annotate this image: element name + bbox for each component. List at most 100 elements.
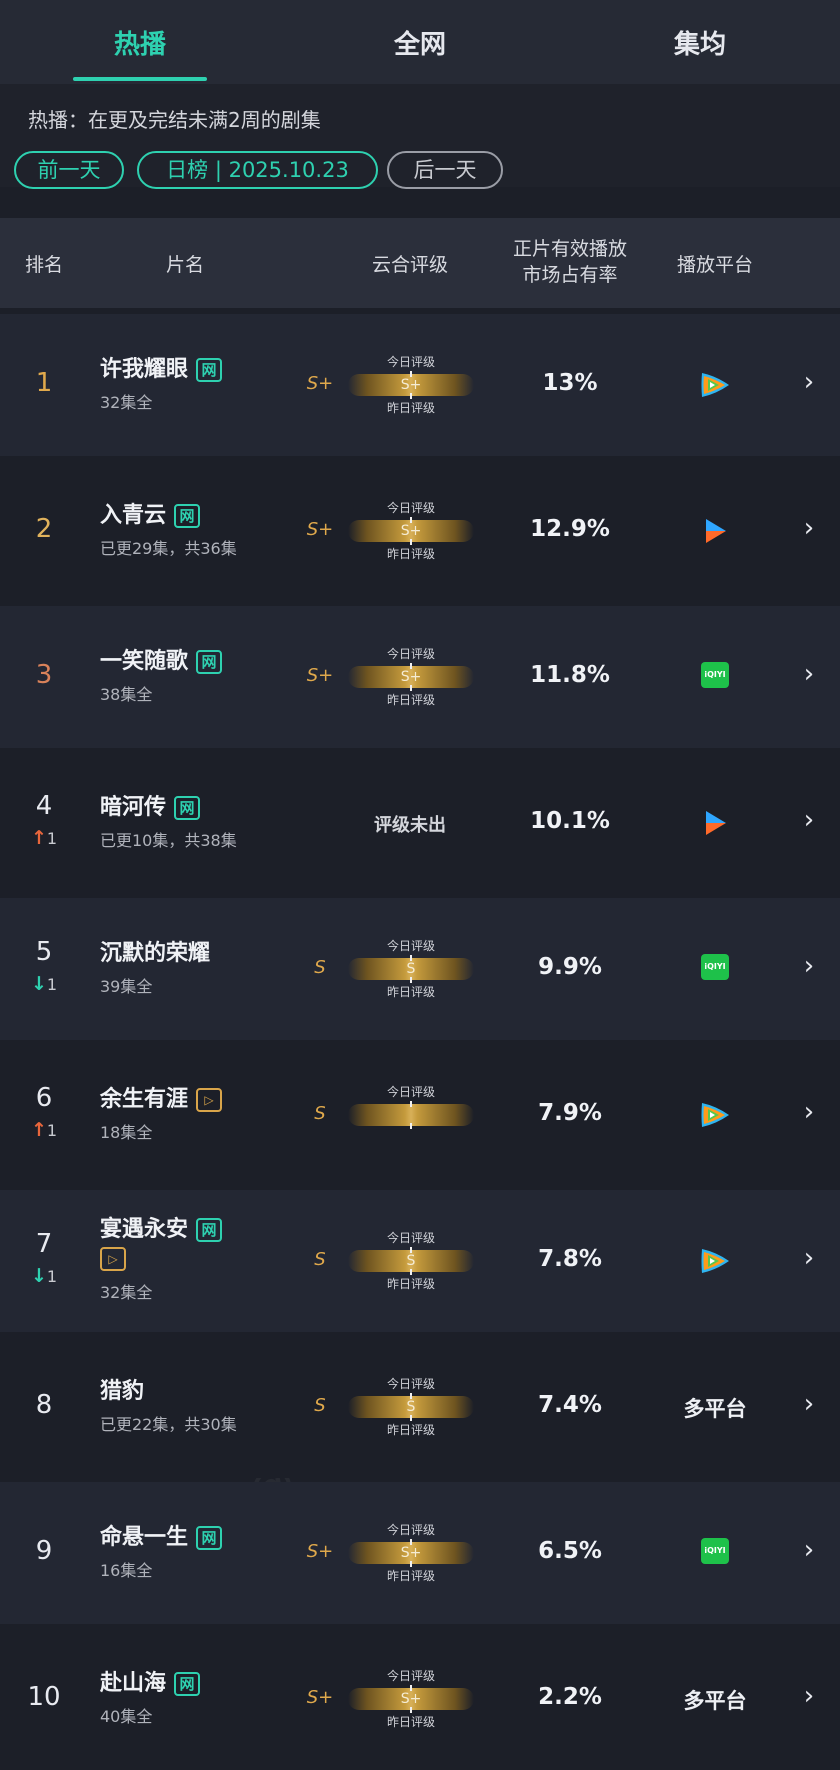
today-rating-label: 今日评级	[386, 1377, 435, 1391]
episode-info: 18集全	[100, 1123, 153, 1142]
rating-gauge: S+	[348, 517, 474, 545]
chevron-right-icon[interactable]: ›	[798, 659, 820, 689]
prev-day-button[interactable]: 前一天	[14, 151, 124, 189]
yesterday-grade: S	[314, 957, 326, 978]
market-share: 10.1%	[530, 808, 610, 834]
show-title[interactable]: 命悬一生网	[100, 1519, 223, 1551]
rating-gauge: S+	[348, 1685, 474, 1713]
chevron-right-icon[interactable]: ›	[798, 367, 820, 397]
header-market-share-line: 市场占有率	[522, 264, 618, 286]
network-badge: 网	[174, 504, 201, 528]
tencent-video-icon	[701, 1103, 729, 1127]
rating-not-out: 评级未出	[374, 815, 446, 836]
chevron-right-icon[interactable]: ›	[798, 513, 820, 543]
episode-info: 16集全	[100, 1561, 153, 1580]
show-title[interactable]: 宴遇永安网	[100, 1211, 223, 1243]
yesterday-grade: S	[314, 1249, 326, 1270]
show-title-text: 命悬一生	[100, 1525, 189, 1550]
today-rating-label: 今日评级	[386, 501, 435, 515]
show-title[interactable]: 余生有涯 ▷	[100, 1081, 223, 1113]
tab-episode-avg[interactable]: 集均	[600, 24, 800, 61]
today-grade: S+	[400, 669, 422, 685]
arrow-up-icon: ↑	[30, 827, 47, 849]
yesterday-rating-label: 昨日评级	[386, 693, 435, 707]
rank-number: 6	[35, 1083, 53, 1113]
show-title[interactable]: 暗河传网	[100, 789, 201, 821]
rank-number: 2	[35, 514, 53, 544]
rank-number: 10	[27, 1682, 61, 1712]
network-badge: 网	[196, 1526, 223, 1550]
chevron-right-icon[interactable]: ›	[798, 1097, 820, 1127]
rank-change-count: 1	[46, 829, 58, 848]
network-badge: 网	[196, 358, 223, 382]
market-share: 7.8%	[538, 1246, 602, 1272]
chevron-right-icon[interactable]: ›	[798, 805, 820, 835]
yesterday-rating-label: 昨日评级	[386, 1277, 435, 1291]
tab-all-network[interactable]: 全网	[320, 24, 520, 61]
header-name: 片名	[165, 254, 204, 276]
header-rank: 排名	[24, 254, 63, 276]
rank-number: 8	[35, 1390, 53, 1420]
show-title-text: 暗河传	[100, 795, 167, 820]
yesterday-grade: S+	[306, 373, 334, 394]
show-title[interactable]: 赴山海网	[100, 1665, 201, 1697]
chevron-right-icon[interactable]: ›	[798, 1535, 820, 1565]
market-share: 6.5%	[538, 1538, 602, 1564]
chevron-right-icon[interactable]: ›	[798, 951, 820, 981]
tab-hot[interactable]: 热播	[40, 24, 240, 61]
youku-icon	[706, 811, 726, 835]
show-title[interactable]: 入青云网	[100, 497, 201, 529]
platform-cell	[650, 1100, 780, 1134]
show-title[interactable]: 一笑随歌网	[100, 643, 223, 675]
rating-gauge: S	[348, 1247, 474, 1275]
gauge-tick	[410, 1123, 412, 1129]
yesterday-grade: S	[314, 1395, 326, 1416]
show-title[interactable]: 许我耀眼网	[100, 351, 223, 383]
platform-cell: iQIYI	[650, 1538, 780, 1564]
current-date-selector[interactable]: 日榜 | 2025.10.23	[137, 151, 378, 189]
today-grade: S+	[400, 523, 422, 539]
market-share: 12.9%	[530, 516, 610, 542]
network-badge: 网	[196, 1218, 223, 1242]
market-share: 2.2%	[538, 1684, 602, 1710]
tencent-video-icon	[701, 1249, 729, 1273]
youku-icon	[706, 519, 726, 543]
chevron-right-icon[interactable]: ›	[798, 1389, 820, 1419]
show-title[interactable]: 猎豹	[100, 1373, 144, 1405]
iqiyi-icon: iQIYI	[701, 662, 729, 688]
show-title-text: 许我耀眼	[100, 357, 189, 382]
arrow-up-icon: ↑	[30, 1119, 47, 1141]
header-market-share-line: 正片有效播放	[512, 238, 627, 260]
header-platform: 播放平台	[676, 254, 753, 276]
yesterday-rating-label: 昨日评级	[386, 547, 435, 561]
play-badge-icon: ▷	[196, 1088, 223, 1112]
today-grade: S+	[400, 1545, 422, 1561]
rank-trend: ↑1	[16, 1119, 72, 1141]
chevron-right-icon[interactable]: ›	[798, 1243, 820, 1273]
rank-number: 4	[35, 791, 53, 821]
network-badge: 网	[174, 796, 201, 820]
next-day-button[interactable]: 后一天	[387, 151, 503, 189]
rank-change-count: 1	[46, 1121, 58, 1140]
market-share: 7.4%	[538, 1392, 602, 1418]
rating-gauge	[348, 1101, 474, 1129]
show-title-text: 入青云	[100, 503, 167, 528]
platform-cell	[650, 516, 780, 550]
rank-trend: ↑1	[16, 827, 72, 849]
show-title-text: 余生有涯	[100, 1087, 189, 1112]
yesterday-rating-label: 昨日评级	[386, 1715, 435, 1729]
platform-cell: iQIYI	[650, 954, 780, 980]
today-rating-label: 今日评级	[386, 355, 435, 369]
show-title[interactable]: 沉默的荣耀	[100, 935, 210, 967]
today-rating-label: 今日评级	[386, 1231, 435, 1245]
platform-cell: iQIYI	[650, 662, 780, 688]
rank-trend: ↓1	[16, 973, 72, 995]
episode-info: 38集全	[100, 685, 153, 704]
show-title-text: 沉默的荣耀	[100, 941, 211, 966]
yesterday-grade: S+	[306, 1541, 334, 1562]
today-rating-label: 今日评级	[386, 1085, 435, 1099]
chevron-right-icon[interactable]: ›	[798, 1681, 820, 1711]
rank-number: 9	[35, 1536, 53, 1566]
episode-info: 40集全	[100, 1707, 153, 1726]
iqiyi-icon: iQIYI	[701, 1538, 729, 1564]
